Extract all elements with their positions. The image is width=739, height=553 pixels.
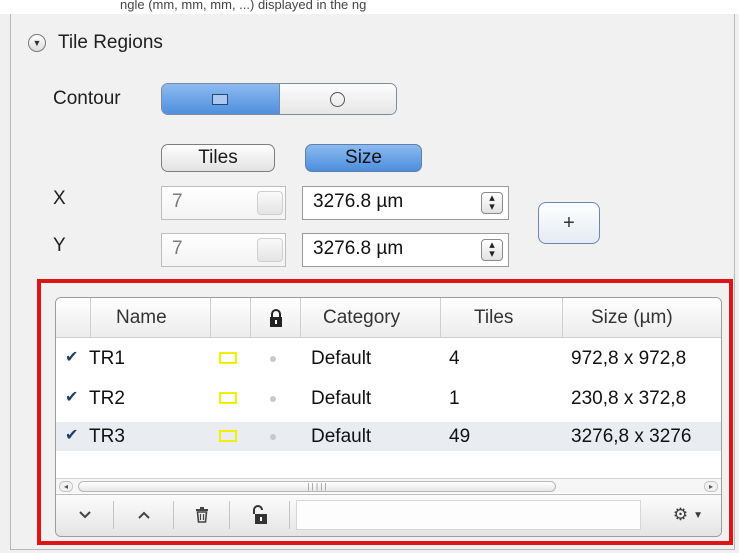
horizontal-scrollbar[interactable]: ◂ | | | | | ▸ [56,478,721,493]
trash-icon [195,507,208,523]
table-header: Name Category Tiles Size (µm) [56,298,721,338]
tile-regions-table: Name Category Tiles Size (µm) ✔ TR1 Defa… [55,297,722,537]
chevron-down-icon [78,511,91,519]
x-size-value: 3276.8 µm [313,191,404,212]
row-category: Default [311,348,372,369]
y-tiles-value: 7 [172,238,183,259]
lock-state-dot [270,396,276,402]
scroll-right-arrow-icon[interactable]: ▸ [704,481,718,492]
column-color [211,298,251,338]
x-label: X [53,188,66,209]
mode-size-button[interactable]: Size [305,144,422,172]
y-tiles-field: 7 [161,233,286,267]
y-size-stepper[interactable]: ▴ ▾ [481,239,503,261]
y-size-field[interactable]: 3276.8 µm ▴ ▾ [302,233,509,267]
x-size-stepper[interactable]: ▴ ▾ [481,192,503,214]
lock-state-dot [270,356,276,362]
add-tile-region-button[interactable]: + [538,202,600,244]
x-size-field[interactable]: 3276.8 µm ▴ ▾ [302,186,509,220]
gear-icon: ⚙ [672,505,689,524]
y-tiles-stepper [257,238,283,262]
unlock-icon [252,505,267,524]
column-name[interactable]: Name [91,298,211,338]
mode-tiles-button[interactable]: Tiles [161,144,275,172]
chevron-down-icon: ▼ [693,509,704,521]
rectangle-icon [212,93,229,105]
column-size[interactable]: Size (µm) [563,298,721,338]
row-name: TR2 [89,388,125,409]
row-checkbox[interactable]: ✔ [65,428,81,444]
chevron-up-icon [137,511,150,519]
toolbar-filter-field[interactable] [296,500,641,530]
row-size: 972,8 x 972,8 [571,348,687,369]
row-size: 230,8 x 372,8 [571,388,687,409]
row-tiles: 4 [449,348,460,369]
move-down-button[interactable] [56,501,114,529]
column-tiles[interactable]: Tiles [441,298,563,338]
column-category[interactable]: Category [301,298,441,338]
delete-button[interactable] [174,501,230,529]
x-tiles-stepper [257,191,283,215]
y-size-value: 3276.8 µm [313,238,404,259]
column-select [56,298,91,338]
row-tiles: 49 [449,426,471,447]
region-color-swatch [219,352,237,364]
lock-state-dot [270,434,276,440]
contour-rectangle-button[interactable] [162,84,280,114]
lock-header-icon [269,309,282,327]
x-tiles-field: 7 [161,186,286,220]
move-up-button[interactable] [114,501,174,529]
row-category: Default [311,426,372,447]
y-label: Y [53,235,66,256]
collapse-chevron-icon[interactable]: ▼ [28,34,46,52]
region-color-swatch [219,392,237,404]
row-category: Default [311,388,372,409]
row-name: TR1 [89,348,125,369]
region-color-swatch [219,430,237,442]
table-row[interactable]: ✔ TR3 Default 49 3276,8 x 3276 [56,422,721,451]
row-size: 3276,8 x 3276 [571,426,692,447]
contour-toggle[interactable] [161,83,397,115]
scrollbar-thumb[interactable]: | | | | | [78,481,556,492]
section-title: Tile Regions [58,32,163,53]
unlock-button[interactable] [230,501,290,529]
table-row[interactable]: ✔ TR2 Default 1 230,8 x 372,8 [56,384,721,413]
column-lock [251,298,301,338]
row-checkbox[interactable]: ✔ [65,390,81,406]
clipped-top-text: ngle (mm, mm, mm, ...) displayed in the … [0,0,739,14]
tile-regions-header[interactable]: ▼ Tile Regions [28,32,163,54]
table-toolbar: ⚙ ▼ [56,494,721,536]
contour-label: Contour [53,88,121,109]
contour-circle-button[interactable] [279,84,396,114]
row-tiles: 1 [449,388,460,409]
row-name: TR3 [89,426,125,447]
circle-icon [330,91,346,107]
row-checkbox[interactable]: ✔ [65,350,81,366]
x-tiles-value: 7 [172,191,183,212]
table-row[interactable]: ✔ TR1 Default 4 972,8 x 972,8 [56,344,721,373]
scroll-left-arrow-icon[interactable]: ◂ [59,481,73,492]
settings-menu-button[interactable]: ⚙ ▼ [658,501,718,529]
